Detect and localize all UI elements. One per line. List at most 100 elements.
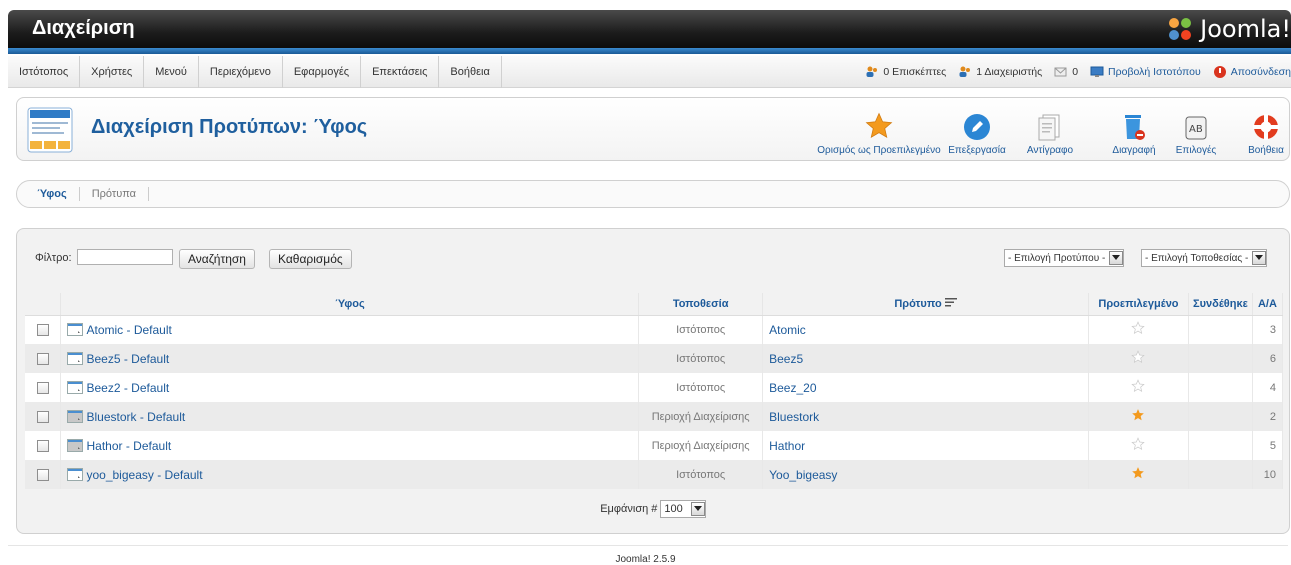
assigned-cell bbox=[1188, 431, 1253, 460]
filter-input[interactable] bbox=[77, 249, 173, 265]
row-select-cell bbox=[25, 373, 62, 402]
style-link[interactable]: yoo_bigeasy - Default bbox=[86, 468, 202, 482]
template-select[interactable]: - Επιλογή Προτύπου - bbox=[1004, 249, 1125, 267]
row-checkbox[interactable] bbox=[36, 439, 49, 452]
table-row: Beez2 - Default Ιστότοπος Beez_20 4 bbox=[25, 373, 1284, 402]
logo-text: Joomla! bbox=[1200, 15, 1291, 43]
row-checkbox[interactable] bbox=[36, 352, 49, 365]
toolbar-box: Διαχείριση Προτύπων: Ύφος Ορισμός ως Προ… bbox=[16, 97, 1290, 161]
monitor-icon bbox=[1090, 66, 1104, 77]
id-cell: 6 bbox=[1252, 344, 1284, 373]
position-select-value: - Επιλογή Τοποθεσίας - bbox=[1145, 252, 1249, 264]
menu-menus[interactable]: Μενού bbox=[144, 56, 199, 88]
delete-button[interactable]: Διαγραφή bbox=[1103, 104, 1165, 156]
template-preview-icon bbox=[67, 323, 84, 337]
default-cell bbox=[1088, 460, 1189, 489]
menu-components[interactable]: Εφαρμογές bbox=[283, 56, 362, 88]
id-cell: 10 bbox=[1252, 460, 1284, 489]
col-style[interactable]: Ύφος bbox=[60, 293, 640, 316]
main-panel: Φίλτρο: Αναζήτηση Καθαρισμός - Επιλογή Π… bbox=[16, 228, 1290, 534]
users-icon bbox=[866, 66, 878, 77]
template-preview-icon bbox=[67, 468, 84, 481]
search-button[interactable]: Αναζήτηση bbox=[179, 249, 255, 269]
table-row: yoo_bigeasy - Default Ιστότοπος Yoo_bigeas… bbox=[25, 460, 1284, 489]
col-template-label: Πρότυπο bbox=[894, 297, 942, 310]
col-id[interactable]: Α/Α bbox=[1252, 293, 1284, 316]
footer-version: Joomla! 2.5.9 bbox=[615, 554, 676, 565]
copy-button[interactable]: Αντίγραφο bbox=[1017, 104, 1083, 156]
position-select[interactable]: - Επιλογή Τοποθεσίας - bbox=[1141, 249, 1268, 267]
template-link[interactable]: Bluestork bbox=[769, 410, 819, 424]
row-checkbox[interactable] bbox=[36, 468, 49, 481]
set-default-star-icon[interactable] bbox=[1131, 350, 1146, 367]
menu-users[interactable]: Χρήστες bbox=[80, 56, 145, 88]
col-location[interactable]: Τοποθεσία bbox=[638, 293, 764, 316]
subtab-templates[interactable]: Πρότυπα bbox=[80, 187, 150, 201]
row-select-cell bbox=[25, 460, 62, 489]
set-default-star-icon[interactable] bbox=[1131, 321, 1146, 338]
row-checkbox[interactable] bbox=[36, 323, 49, 336]
templates-page-icon bbox=[27, 107, 73, 156]
admins-status: 1 Διαχειριστής bbox=[958, 66, 1042, 78]
col-assigned[interactable]: Συνδέθηκε bbox=[1188, 293, 1253, 316]
edit-button[interactable]: Επεξεργασία bbox=[941, 104, 1013, 156]
help-button[interactable]: Βοήθεια bbox=[1243, 104, 1289, 156]
template-link[interactable]: Yoo_bigeasy bbox=[769, 468, 837, 482]
chevron-down-icon bbox=[1252, 251, 1267, 265]
set-default-star-icon[interactable] bbox=[1131, 379, 1146, 396]
template-link[interactable]: Hathor bbox=[769, 439, 805, 453]
col-style-label: Ύφος bbox=[334, 297, 365, 310]
col-assigned-label: Συνδέθηκε bbox=[1193, 297, 1248, 310]
style-link[interactable]: Hathor - Default bbox=[86, 439, 171, 453]
id-cell: 5 bbox=[1252, 431, 1284, 460]
view-site-link[interactable]: Προβολή Ιστοτόπου bbox=[1090, 66, 1201, 78]
col-template[interactable]: Πρότυπο bbox=[762, 293, 1089, 316]
set-default-star-icon[interactable] bbox=[1131, 437, 1146, 454]
default-star-icon[interactable] bbox=[1131, 409, 1145, 425]
footer-divider bbox=[8, 545, 1288, 546]
assigned-cell bbox=[1188, 315, 1253, 344]
app-title: Διαχείριση bbox=[32, 17, 135, 39]
assigned-cell bbox=[1188, 402, 1253, 431]
template-preview-icon bbox=[67, 410, 84, 423]
template-preview-icon bbox=[67, 381, 84, 394]
default-star-icon[interactable] bbox=[1131, 467, 1145, 483]
svg-text:AB: AB bbox=[1189, 124, 1203, 135]
col-location-label: Τοποθεσία bbox=[672, 297, 729, 310]
menu-help[interactable]: Βοήθεια bbox=[439, 56, 502, 88]
logout-link[interactable]: Αποσύνδεση bbox=[1213, 65, 1291, 79]
messages-status[interactable]: 0 bbox=[1054, 66, 1078, 78]
style-link[interactable]: Atomic - Default bbox=[86, 323, 171, 337]
subtab-styles[interactable]: Ύφος bbox=[25, 187, 80, 201]
location-cell: Ιστότοπος bbox=[638, 373, 764, 402]
copy-label: Αντίγραφο bbox=[1026, 145, 1074, 156]
options-button[interactable]: AB Επιλογές bbox=[1167, 104, 1225, 156]
menu-site[interactable]: Ιστότοπος bbox=[8, 56, 81, 88]
row-checkbox[interactable] bbox=[36, 410, 49, 423]
menu-extensions[interactable]: Επεκτάσεις bbox=[361, 56, 440, 88]
copy-icon bbox=[1038, 114, 1060, 141]
clear-button[interactable]: Καθαρισμός bbox=[269, 249, 352, 269]
default-cell bbox=[1088, 373, 1189, 402]
template-cell: Beez5 bbox=[762, 344, 1089, 373]
table-row: Hathor - Default Περιοχή Διαχείρισης Hatho… bbox=[25, 431, 1284, 460]
template-link[interactable]: Atomic bbox=[769, 323, 806, 337]
col-default[interactable]: Προεπιλεγμένο bbox=[1088, 293, 1189, 316]
style-link[interactable]: Beez2 - Default bbox=[86, 381, 169, 395]
subtabs: Ύφος Πρότυπα bbox=[16, 180, 1290, 208]
make-default-button[interactable]: Ορισμός ως Προεπιλεγμένο bbox=[809, 104, 949, 156]
messages-count: 0 bbox=[1072, 66, 1079, 78]
col-id-label: Α/Α bbox=[1257, 297, 1277, 310]
template-link[interactable]: Beez5 bbox=[769, 352, 803, 366]
lifebuoy-icon bbox=[1253, 114, 1279, 140]
power-icon bbox=[1213, 66, 1226, 78]
options-label: Επιλογές bbox=[1175, 145, 1217, 156]
menu-content[interactable]: Περιεχόμενο bbox=[199, 56, 283, 88]
message-icon bbox=[1054, 67, 1067, 77]
style-link[interactable]: Bluestork - Default bbox=[86, 410, 185, 424]
style-link[interactable]: Beez5 - Default bbox=[86, 352, 169, 366]
row-checkbox[interactable] bbox=[36, 381, 49, 394]
limit-select[interactable]: 100 bbox=[660, 500, 706, 518]
template-link[interactable]: Beez_20 bbox=[769, 381, 816, 395]
template-cell: Bluestork bbox=[762, 402, 1089, 431]
